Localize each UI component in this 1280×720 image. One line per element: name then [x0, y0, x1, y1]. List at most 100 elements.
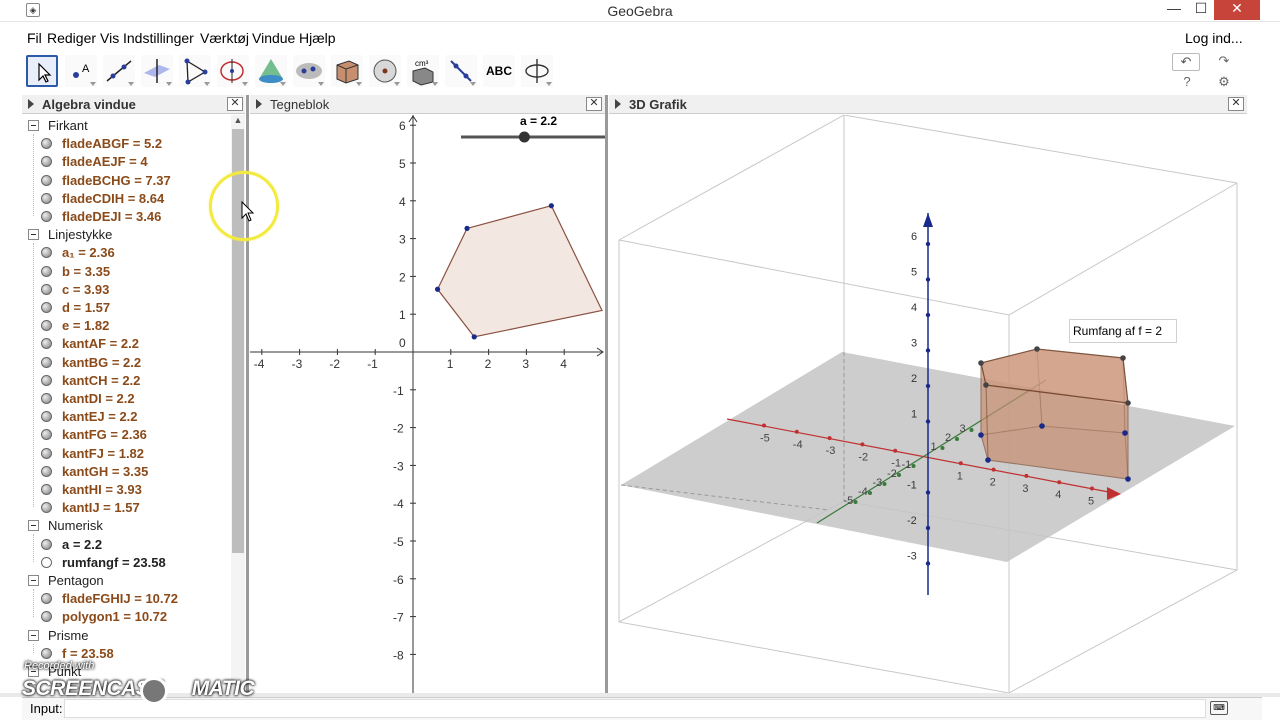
visibility-toggle-icon[interactable]	[41, 393, 52, 404]
visibility-toggle-icon[interactable]	[41, 283, 52, 295]
graphics3d-close-button[interactable]: ✕	[1228, 97, 1244, 111]
algebra-item[interactable]: fladeFGHIJ = 10.72	[22, 589, 231, 607]
visibility-toggle-icon[interactable]	[41, 411, 52, 423]
maximize-button[interactable]: ☐	[1188, 0, 1214, 20]
visibility-toggle-icon[interactable]	[41, 447, 52, 459]
help-button[interactable]: ?	[1177, 74, 1197, 92]
volume-tool[interactable]: cm³	[407, 55, 439, 87]
reflect-tool[interactable]	[293, 55, 325, 87]
category-3[interactable]: Pentagon	[22, 571, 231, 589]
algebra-item[interactable]: kantFJ = 1.82	[22, 444, 231, 462]
visibility-toggle-icon[interactable]	[41, 429, 52, 441]
visibility-toggle-icon[interactable]	[41, 374, 52, 386]
prism-tool[interactable]	[331, 55, 363, 87]
visibility-toggle-icon[interactable]	[41, 320, 52, 332]
algebra-item[interactable]: fladeCDIH = 8.64	[22, 189, 231, 207]
category-2[interactable]: Numerisk	[22, 516, 231, 534]
graphics-view[interactable]: -4 -3 -2 -1 1 2 3 4 6 5 4 3 2 1 0 -1 -2 -3 -4 -5 -6 -7 -8 a = 2…	[250, 115, 605, 693]
splitter[interactable]	[605, 95, 608, 693]
expand-arrow-icon[interactable]	[256, 99, 262, 109]
visibility-toggle-icon[interactable]	[41, 302, 52, 313]
algebra-item[interactable]: d = 1.57	[22, 298, 231, 316]
algebra-item[interactable]: kantEJ = 2.2	[22, 407, 231, 425]
menu-vindue[interactable]: Vindue	[252, 30, 295, 46]
algebra-item[interactable]: kantFG = 2.36	[22, 425, 231, 443]
visibility-toggle-icon[interactable]	[41, 611, 52, 623]
collapse-toggle-icon[interactable]	[28, 520, 39, 532]
visibility-toggle-icon[interactable]	[41, 174, 52, 186]
menu-vis[interactable]: Vis	[100, 30, 119, 46]
text-tool[interactable]: ABC	[483, 55, 515, 87]
visibility-toggle-icon[interactable]	[41, 156, 52, 168]
algebra-item[interactable]: kantBG = 2.2	[22, 353, 231, 371]
visibility-toggle-icon[interactable]	[41, 647, 52, 659]
visibility-toggle-icon[interactable]	[41, 247, 52, 259]
rotate-view-tool[interactable]	[521, 55, 553, 87]
collapse-toggle-icon[interactable]	[28, 575, 39, 586]
minimize-button[interactable]: —	[1160, 0, 1188, 20]
expand-arrow-icon[interactable]	[615, 99, 621, 109]
visibility-toggle-icon[interactable]	[41, 138, 52, 150]
visibility-toggle-icon[interactable]	[41, 484, 52, 495]
menu-hjaelp[interactable]: Hjælp	[299, 30, 336, 46]
circle-tool[interactable]	[217, 55, 249, 87]
algebra-item[interactable]: kantHI = 3.93	[22, 480, 231, 498]
menu-fil[interactable]: Fil	[27, 30, 42, 46]
algebra-item[interactable]: c = 3.93	[22, 280, 231, 298]
redo-button[interactable]: ↷	[1214, 53, 1234, 71]
collapse-toggle-icon[interactable]	[28, 229, 39, 241]
algebra-item[interactable]: rumfangf = 23.58	[22, 553, 231, 571]
algebra-item[interactable]: a₁ = 2.36	[22, 243, 231, 261]
perpendicular-plane-tool[interactable]	[141, 55, 173, 87]
undo-button[interactable]: ↶	[1172, 53, 1200, 71]
algebra-close-button[interactable]: ✕	[227, 97, 243, 111]
menu-indstillinger[interactable]: Indstillinger	[123, 30, 194, 46]
algebra-item[interactable]: kantAF = 2.2	[22, 334, 231, 352]
login-link[interactable]: Log ind...	[1185, 30, 1243, 46]
category-0[interactable]: Firkant	[22, 116, 231, 134]
menu-rediger[interactable]: Rediger	[47, 30, 96, 46]
visibility-toggle-icon[interactable]	[41, 465, 52, 477]
polygon-tool[interactable]	[179, 55, 211, 87]
algebra-item[interactable]: polygon1 = 10.72	[22, 607, 231, 625]
visibility-toggle-icon[interactable]	[41, 338, 52, 350]
input-field[interactable]	[64, 699, 1206, 718]
point-tool[interactable]: A	[65, 55, 97, 87]
expand-arrow-icon[interactable]	[28, 99, 34, 109]
transform-tool[interactable]	[445, 55, 477, 87]
sphere-tool[interactable]	[369, 55, 401, 87]
settings-gear-icon[interactable]: ⚙	[1214, 74, 1234, 92]
algebra-item[interactable]: kantDI = 2.2	[22, 389, 231, 407]
visibility-toggle-icon[interactable]	[41, 538, 52, 550]
visibility-toggle-icon[interactable]	[41, 356, 52, 368]
category-1[interactable]: Linjestykke	[22, 225, 231, 243]
algebra-item[interactable]: fladeDEJI = 3.46	[22, 207, 231, 225]
algebra-item[interactable]: e = 1.82	[22, 316, 231, 334]
visibility-toggle-icon[interactable]	[41, 593, 52, 605]
algebra-item[interactable]: fladeBCHG = 7.37	[22, 171, 231, 189]
algebra-item[interactable]: fladeAEJF = 4	[22, 152, 231, 170]
menu-vaerktoej[interactable]: Værktøj	[200, 30, 249, 46]
graphics-close-button[interactable]: ✕	[586, 97, 602, 111]
algebra-item[interactable]: kantCH = 2.2	[22, 371, 231, 389]
graphics3d-canvas[interactable]: 654321-1-2-3-5-4-3-2-112345-5-4-3-2-1123	[609, 115, 1247, 693]
algebra-item[interactable]: kantGH = 3.35	[22, 462, 231, 480]
keyboard-icon[interactable]: ⌨	[1210, 701, 1228, 715]
cone-tool[interactable]	[255, 55, 287, 87]
graphics3d-view[interactable]: 6 5 4 3 2 1 -1 -2 -3 -5 -4 -3 -2 -1 1 2 3 4 5 -5 -4 -3 -2 -1 1 2 3	[609, 115, 1247, 693]
line-tool[interactable]	[103, 55, 135, 87]
move-tool[interactable]	[26, 55, 58, 87]
category-4[interactable]: Prisme	[22, 626, 231, 644]
algebra-item[interactable]: b = 3.35	[22, 262, 231, 280]
visibility-toggle-icon[interactable]	[41, 556, 52, 568]
algebra-item[interactable]: kantIJ = 1.57	[22, 498, 231, 516]
algebra-item[interactable]: fladeABGF = 5.2	[22, 134, 231, 152]
visibility-toggle-icon[interactable]	[41, 192, 52, 204]
algebra-item[interactable]: a = 2.2	[22, 535, 231, 553]
close-button[interactable]: ✕	[1214, 0, 1260, 20]
collapse-toggle-icon[interactable]	[28, 629, 39, 641]
visibility-toggle-icon[interactable]	[41, 265, 52, 277]
collapse-toggle-icon[interactable]	[28, 120, 39, 131]
visibility-toggle-icon[interactable]	[41, 211, 52, 222]
visibility-toggle-icon[interactable]	[41, 502, 52, 514]
